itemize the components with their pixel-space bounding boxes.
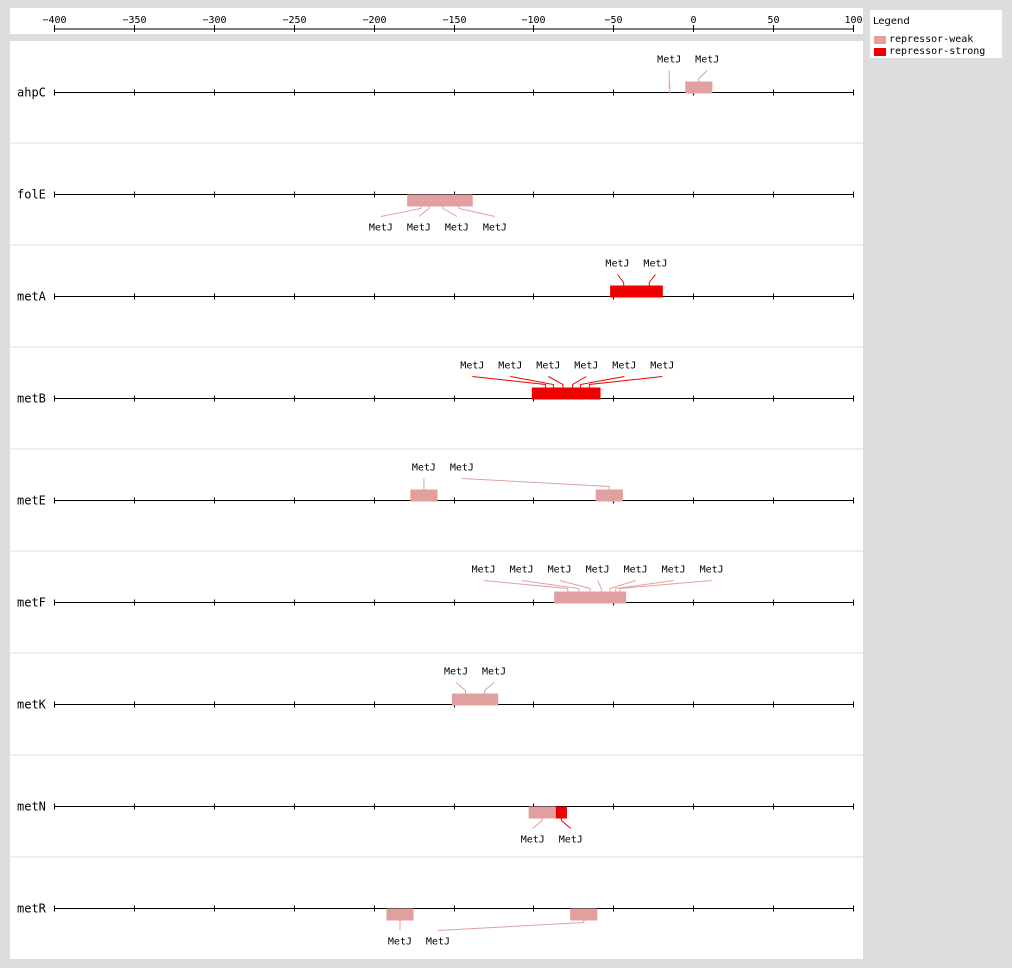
site-label: MetJ <box>426 937 450 948</box>
site-label: MetJ <box>643 259 667 270</box>
axis-tick-label: 100 <box>844 15 862 26</box>
site-label: MetJ <box>700 565 724 576</box>
site-label: MetJ <box>472 565 496 576</box>
site-label: MetJ <box>482 667 506 678</box>
track-metF: metF MetJ MetJ MetJ MetJ MetJ MetJ MetJ <box>10 550 863 610</box>
axis-tick-label: 0 <box>690 15 696 26</box>
site-label: MetJ <box>483 223 507 234</box>
track-ahpC: ahpC MetJ MetJ <box>17 55 854 100</box>
axis-tick-label: −300 <box>202 15 226 26</box>
site-label: MetJ <box>612 361 636 372</box>
site-label: MetJ <box>369 223 393 234</box>
track-folE: folE MetJ MetJ MetJ MetJ <box>10 142 863 234</box>
site-label: MetJ <box>498 361 522 372</box>
site-leader <box>437 916 585 931</box>
legend-item-strong: repressor-strong <box>874 46 985 57</box>
legend-label-weak: repressor-weak <box>889 34 974 45</box>
site-label: MetJ <box>444 667 468 678</box>
site-label: MetJ <box>412 463 436 474</box>
position-axis-panel: −400 −350 −300 −250 −200 −150 −100 −50 0 50 100 <box>10 8 863 34</box>
site-leader <box>461 478 610 497</box>
track-metE: metE MetJ MetJ <box>10 448 863 508</box>
gene-label: metE <box>17 494 46 508</box>
track-metB: metB MetJ MetJ MetJ MetJ MetJ MetJ <box>10 346 863 406</box>
track-metN: metN MetJ MetJ <box>10 754 863 846</box>
site-label: MetJ <box>574 361 598 372</box>
site-label: MetJ <box>536 361 560 372</box>
site-label: MetJ <box>657 55 681 66</box>
site-label: MetJ <box>662 565 686 576</box>
site-label: MetJ <box>559 835 583 846</box>
site-label: MetJ <box>605 259 629 270</box>
gene-label: metR <box>17 902 47 916</box>
legend-swatch-strong <box>874 47 886 56</box>
site-label: MetJ <box>624 565 648 576</box>
site-leader <box>619 580 712 599</box>
site-label: MetJ <box>445 223 469 234</box>
site-map-figure: −400 −350 −300 −250 −200 −150 −100 −50 0 50 100 ah… <box>0 0 1012 968</box>
track-metA: metA MetJ MetJ <box>10 244 863 304</box>
tracks-panel: ahpC MetJ MetJ folE MetJ MetJ MetJ MetJ metA MetJ… <box>10 41 863 959</box>
gene-label: ahpC <box>17 86 46 100</box>
site-label: MetJ <box>695 55 719 66</box>
gene-label: folE <box>17 188 46 202</box>
legend-item-weak: repressor-weak <box>874 34 973 45</box>
gene-tracks: ahpC MetJ MetJ folE MetJ MetJ MetJ MetJ metA MetJ… <box>10 55 863 948</box>
axis-tick-label: −50 <box>604 15 622 26</box>
position-axis: −400 −350 −300 −250 −200 −150 −100 −50 0 50 100 <box>42 15 863 32</box>
axis-tick-label: −100 <box>521 15 545 26</box>
gene-label: metN <box>17 800 46 814</box>
axis-tick-label: −200 <box>362 15 386 26</box>
legend: Legend repressor-weak repressor-strong <box>870 10 1002 58</box>
legend-title: Legend <box>873 16 910 27</box>
axis-tick-label: −150 <box>442 15 466 26</box>
legend-swatch-weak <box>874 35 886 44</box>
axis-tick-label: −400 <box>42 15 66 26</box>
site-label: MetJ <box>388 937 412 948</box>
site-label: MetJ <box>521 835 545 846</box>
legend-label-strong: repressor-strong <box>889 46 986 57</box>
gene-label: metK <box>17 698 47 712</box>
track-metR: metR MetJ MetJ <box>10 856 863 948</box>
site-label: MetJ <box>650 361 674 372</box>
site-label: MetJ <box>586 565 610 576</box>
gene-label: metA <box>17 290 47 304</box>
axis-tick-label: −250 <box>282 15 306 26</box>
site-label: MetJ <box>548 565 572 576</box>
site-label: MetJ <box>450 463 474 474</box>
axis-tick-label: 50 <box>767 15 779 26</box>
axis-tick-label: −350 <box>122 15 146 26</box>
site-label: MetJ <box>460 361 484 372</box>
gene-label: metB <box>17 392 46 406</box>
track-metK: metK MetJ MetJ <box>10 652 863 712</box>
site-label: MetJ <box>407 223 431 234</box>
gene-label: metF <box>17 596 46 610</box>
site-label: MetJ <box>510 565 534 576</box>
